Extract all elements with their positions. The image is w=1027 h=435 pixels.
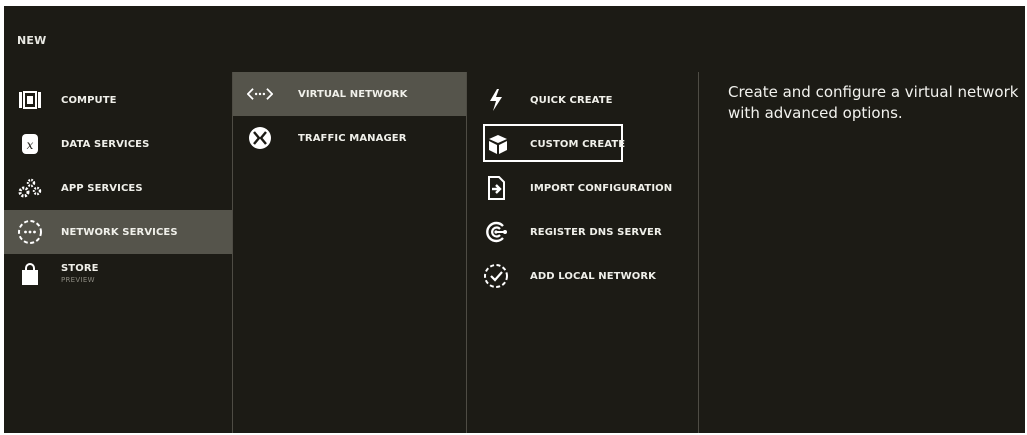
service-label: VIRTUAL NETWORK xyxy=(298,88,408,100)
category-label: APP SERVICES xyxy=(61,182,143,194)
action-custom-create[interactable]: CUSTOM CREATE xyxy=(467,122,699,166)
gears-icon xyxy=(17,175,43,201)
category-label: STORE xyxy=(61,263,99,274)
action-add-local-network[interactable]: ADD LOCAL NETWORK xyxy=(467,254,699,298)
category-data-services[interactable]: x DATA SERVICES xyxy=(4,122,232,166)
category-store[interactable]: STORE PREVIEW xyxy=(4,254,232,298)
box-icon xyxy=(485,131,511,157)
action-label: IMPORT CONFIGURATION xyxy=(530,182,673,194)
traffic-manager-icon xyxy=(247,125,273,151)
service-traffic-manager[interactable]: TRAFFIC MANAGER xyxy=(233,116,467,160)
action-import-configuration[interactable]: IMPORT CONFIGURATION xyxy=(467,166,699,210)
action-label: CUSTOM CREATE xyxy=(530,138,626,150)
action-register-dns-server[interactable]: REGISTER DNS SERVER xyxy=(467,210,699,254)
network-dots-icon xyxy=(17,219,43,245)
service-virtual-network[interactable]: VIRTUAL NETWORK xyxy=(233,72,467,116)
network-services-list: VIRTUAL NETWORK TRAFFIC MANAGER xyxy=(232,72,467,433)
category-network-services[interactable]: NETWORK SERVICES xyxy=(4,210,232,254)
category-label: DATA SERVICES xyxy=(61,138,150,150)
category-list: COMPUTE x DATA SERVICES APP SERVICES NET… xyxy=(4,72,232,433)
action-label: ADD LOCAL NETWORK xyxy=(530,270,656,282)
page-title: NEW xyxy=(17,34,47,47)
svg-text:x: x xyxy=(27,138,34,152)
action-label: REGISTER DNS SERVER xyxy=(530,226,662,238)
category-label: NETWORK SERVICES xyxy=(61,226,178,238)
data-services-icon: x xyxy=(17,131,43,157)
category-sublabel: PREVIEW xyxy=(61,276,95,284)
service-label: TRAFFIC MANAGER xyxy=(298,132,407,144)
import-icon xyxy=(483,175,509,201)
local-network-check-icon xyxy=(483,263,509,289)
description-panel: Create and configure a virtual network w… xyxy=(698,72,1025,433)
compute-icon xyxy=(17,87,43,113)
dns-server-icon xyxy=(483,219,509,245)
category-label: COMPUTE xyxy=(61,94,117,106)
category-app-services[interactable]: APP SERVICES xyxy=(4,166,232,210)
action-quick-create[interactable]: QUICK CREATE xyxy=(467,78,699,122)
description-text: Create and configure a virtual network w… xyxy=(728,83,1019,122)
category-compute[interactable]: COMPUTE xyxy=(4,78,232,122)
lightning-icon xyxy=(483,87,509,113)
shopping-bag-icon xyxy=(17,262,43,288)
new-dialog: NEW COMPUTE x DATA SERVICES APP SERVICES… xyxy=(4,6,1025,433)
virtual-network-icon xyxy=(247,81,273,107)
actions-list: QUICK CREATE CUSTOM CREATE IMPORT CONFIG… xyxy=(466,72,699,433)
action-label: QUICK CREATE xyxy=(530,94,613,106)
